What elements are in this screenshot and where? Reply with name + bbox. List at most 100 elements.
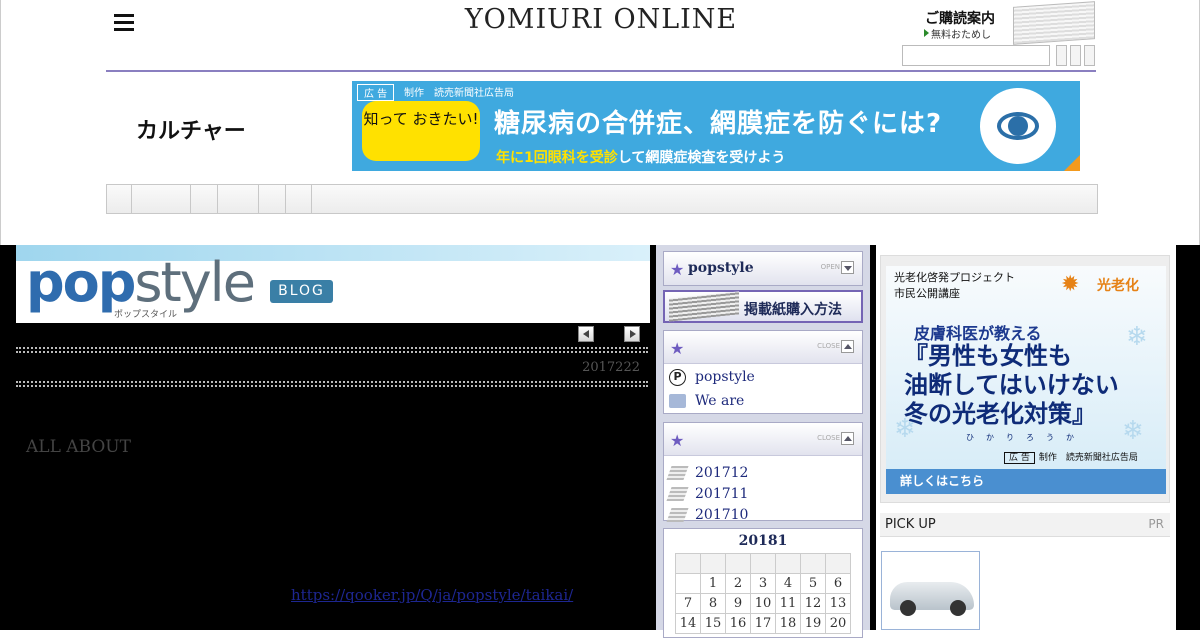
subscribe-link[interactable]: ご購読案内 無料おためし: [923, 1, 1095, 45]
calendar-title: 20181: [738, 533, 788, 549]
archive-item[interactable]: 201710: [664, 505, 862, 526]
link-item[interactable]: P popstyle: [664, 367, 862, 388]
blog-header[interactable]: popstyle ポップスタイル BLOG: [16, 245, 650, 323]
archive-item[interactable]: 201712: [664, 463, 862, 484]
archive-item[interactable]: 201711: [664, 484, 862, 505]
star-icon: ★: [670, 339, 685, 358]
calendar-weekday-row: [675, 553, 851, 574]
blog-logo: popstyle: [26, 251, 256, 314]
toggle-label: OPEN: [820, 263, 840, 271]
pickup-thumbnail[interactable]: [881, 551, 980, 630]
folder-icon: [669, 394, 686, 408]
side-ad-cta-button[interactable]: 詳しくはこちら: [886, 469, 1166, 494]
toggle-label: CLOSE: [817, 342, 840, 350]
link-label: popstyle: [695, 369, 755, 385]
side-ad-credit: 広 告制作 読売新聞社広告局: [1004, 450, 1138, 464]
book-icon: [666, 508, 689, 522]
post-date: 2017222: [582, 360, 640, 375]
post-title: ALL ABOUT: [26, 437, 131, 457]
side-ad-lecture: 市民公開講座: [894, 287, 960, 300]
open-toggle-button[interactable]: [841, 261, 854, 274]
logo-style: style: [134, 251, 255, 314]
prev-arrow-icon[interactable]: [578, 326, 594, 342]
side-ad-lead: 皮膚科医が教える: [914, 324, 1042, 343]
calendar-day: 8: [700, 593, 726, 614]
calendar-cell: [675, 553, 701, 574]
ad-subline: 年に1回眼科を受診して網膜症検査を受けよう: [496, 147, 785, 167]
profile-title[interactable]: popstyle: [688, 260, 754, 276]
calendar-week-row: 14 15 16 17 18 19 20: [675, 613, 851, 634]
search-button[interactable]: [1056, 45, 1067, 66]
eye-icon: [980, 88, 1056, 164]
right-column: ❄ ❄ ❄ 光老化啓発プロジェクト 市民公開講座 ✹ 光老化 皮膚科医が教える 『…: [876, 245, 1176, 630]
nav-tab[interactable]: [132, 185, 191, 213]
search-option-button[interactable]: [1084, 45, 1095, 66]
pickup-title: PICK UP: [885, 517, 936, 532]
calendar-day: 16: [725, 613, 751, 634]
side-ad-banner[interactable]: ❄ ❄ ❄ 光老化啓発プロジェクト 市民公開講座 ✹ 光老化 皮膚科医が教える 『…: [880, 255, 1170, 503]
search-input[interactable]: [902, 45, 1050, 66]
calendar-day: 15: [700, 613, 726, 634]
blog-sidebar: ★ popstyle OPEN 掲載紙購入方法 ★ CLOSE P popsty…: [656, 245, 870, 638]
calendar-cell: [725, 553, 751, 574]
book-icon: [666, 466, 689, 480]
newspaper-icon: [669, 291, 739, 322]
hamburger-icon[interactable]: [114, 14, 134, 34]
nav-tab[interactable]: [259, 185, 286, 213]
nav-tab[interactable]: [191, 185, 218, 213]
purchase-label: 掲載紙購入方法: [744, 302, 842, 318]
newspaper-icon: [1013, 1, 1095, 45]
p-logo-icon: P: [669, 369, 686, 386]
calendar-day: 11: [775, 593, 801, 614]
side-ad-top-text: 光老化啓発プロジェクト 市民公開講座: [894, 270, 1015, 302]
site-logo[interactable]: YOMIURI ONLINE: [441, 4, 761, 35]
nav-tab[interactable]: [107, 185, 132, 213]
star-icon: ★: [670, 431, 685, 450]
nav-tab[interactable]: [218, 185, 259, 213]
calendar-cell: [750, 553, 776, 574]
logo-pop: pop: [26, 251, 136, 314]
calendar-day: 6: [825, 573, 851, 594]
side-ad-brand: 光老化: [1097, 278, 1139, 294]
nav-tab[interactable]: [286, 185, 312, 213]
site-header: YOMIURI ONLINE ご購読案内 無料おためし カルチャー 広 告 制作…: [0, 0, 1200, 245]
dotted-divider: [16, 347, 648, 353]
calendar-week-row: 123456: [675, 573, 851, 594]
close-toggle-button[interactable]: [841, 340, 854, 353]
ad-sub-highlight: 年に1回眼科を受診: [496, 150, 618, 166]
calendar-day: 3: [750, 573, 776, 594]
ad-credit: 制作 読売新聞社広告局: [404, 88, 514, 99]
post-link[interactable]: https://qooker.jp/Q/ja/popstyle/taikai/: [291, 586, 573, 604]
side-ad-line: 『男性も女性も: [904, 342, 1072, 370]
calendar-day: 17: [750, 613, 776, 634]
calendar-day: 1: [700, 573, 726, 594]
purchase-button[interactable]: 掲載紙購入方法: [663, 290, 863, 323]
side-ad-project: 光老化啓発プロジェクト: [894, 271, 1015, 284]
close-toggle-button[interactable]: [841, 432, 854, 445]
links-widget: ★ CLOSE P popstyle We are: [663, 330, 863, 414]
next-arrow-icon[interactable]: [624, 326, 640, 342]
widget-header: ★ popstyle OPEN: [664, 252, 862, 285]
snowflake-icon: ❄: [1122, 416, 1144, 446]
arrow-icon: [924, 29, 929, 37]
widget-header: ★ CLOSE: [664, 423, 862, 456]
blog-tag: BLOG: [270, 280, 333, 303]
search-option-button[interactable]: [1070, 45, 1081, 66]
top-ad-banner[interactable]: 広 告 制作 読売新聞社広告局 知って おきたい! 糖尿病の合併症、網膜症を防ぐ…: [352, 81, 1080, 171]
calendar-cell: [775, 553, 801, 574]
logo-kana: ポップスタイル: [114, 310, 178, 320]
calendar-cell: [700, 553, 726, 574]
calendar-day: 4: [775, 573, 801, 594]
side-ad-headline: 『男性も女性も 油断してはいけない 冬の光老化対策』: [904, 342, 1119, 429]
ad-bubble: 知って おきたい!: [362, 101, 480, 161]
ad-corner: [1064, 155, 1080, 171]
ad-headline: 糖尿病の合併症、網膜症を防ぐには?: [494, 109, 943, 139]
section-title: カルチャー: [136, 119, 246, 144]
archive-label: 201712: [695, 465, 749, 481]
link-item[interactable]: We are: [664, 391, 862, 412]
archive-widget: ★ CLOSE 201712 201711 201710: [663, 422, 863, 523]
widget-header: ★ CLOSE: [664, 331, 862, 364]
calendar-day: 5: [800, 573, 826, 594]
pr-label: PR: [1148, 517, 1164, 531]
archive-label: 201710: [695, 507, 749, 523]
